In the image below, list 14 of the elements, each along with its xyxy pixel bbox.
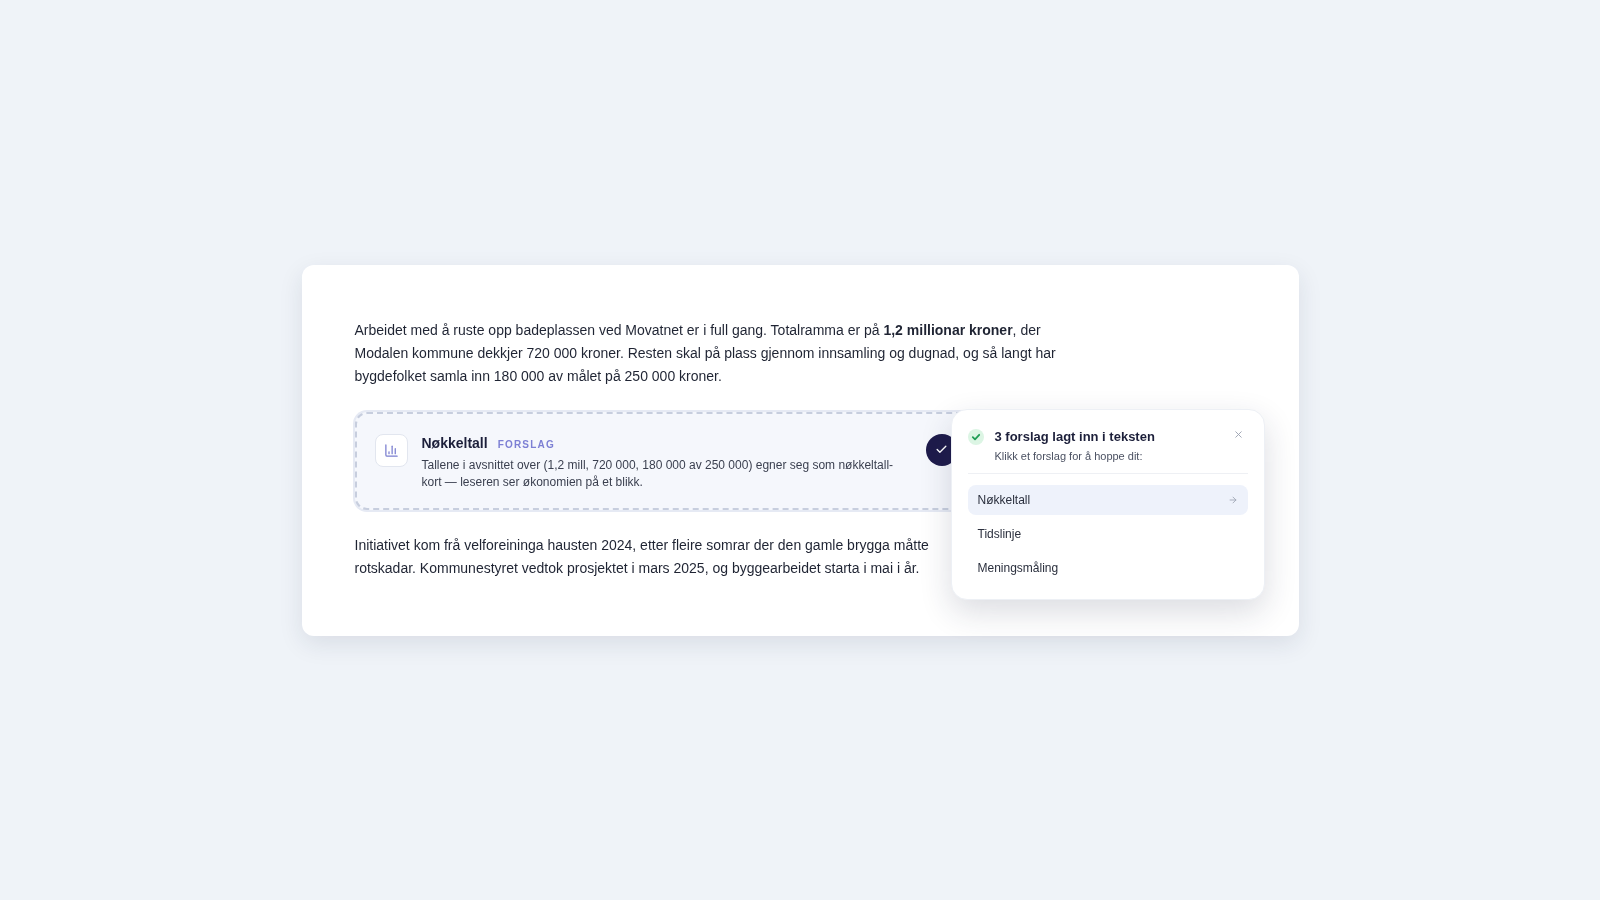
- popover-subtitle: Klikk et forslag for å hoppe dit:: [994, 448, 1144, 463]
- suggestion-description: Tallene i avsnittet over (1,2 mill, 720 000, 180 000 av 250 000) egner seg som nøkkeltall-kort — leseren ser økonomien på et blikk.: [421, 456, 895, 491]
- check-circle-icon: [967, 428, 984, 445]
- paragraph-line: Initiativet kom frå velforeininga hausten 2024, etter fleire somrar der den gamle brygga måtte: [354, 535, 929, 555]
- close-icon: [1233, 429, 1244, 440]
- suggestion-status-label: FORSLAG: [497, 437, 555, 452]
- suggestion-list-item[interactable]: Nøkkeltall: [967, 484, 1248, 515]
- paragraph-line: rotskadar. Kommunestyret vedtok prosjektet i mars 2025, og byggearbeidet starta i mai i år.: [354, 558, 920, 578]
- paragraph: Arbeidet med å ruste opp badeplassen ved Movatnet er i full gang. Totalramma er på 1,2 millionar kroner, der Modalen kommune dekkjer 720 000 kroner. Resten skal på plass gjennom innsamling og dugnad, og så langt har bygdefolket samla inn 180 000 av målet på 250 000 kroner.: [354, 320, 1057, 386]
- check-icon: [935, 443, 948, 456]
- suggestion-title: Nøkkeltall: [421, 433, 488, 452]
- popover-title: 3 forslag lagt inn i teksten: [994, 427, 1155, 445]
- arrow-right-icon: [1227, 494, 1238, 505]
- bar-chart-icon: [374, 433, 408, 467]
